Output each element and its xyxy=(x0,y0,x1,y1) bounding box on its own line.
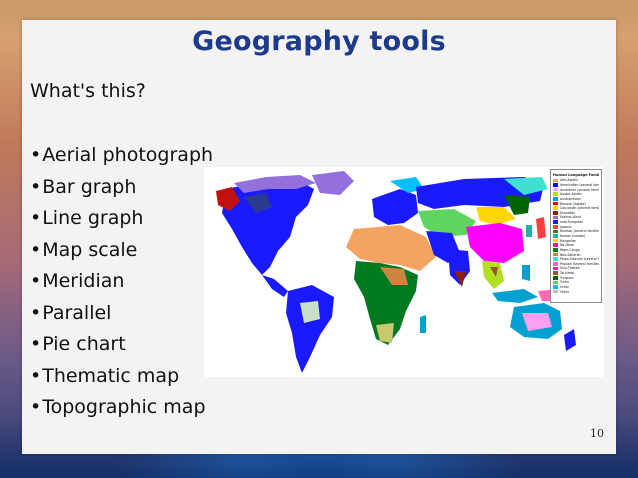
legend-swatch xyxy=(553,238,558,243)
legend-label: Turkic xyxy=(560,280,570,285)
legend-label: Other xyxy=(560,289,570,294)
legend-swatch xyxy=(553,262,558,266)
bullet-icon: • xyxy=(30,238,42,261)
legend-label: Papuan (several families) xyxy=(560,261,599,266)
bullet-item-topographic-map: •Topographic map xyxy=(30,396,206,418)
legend-swatch xyxy=(553,257,558,261)
legend-swatch xyxy=(553,206,558,210)
legend-label: Japonic xyxy=(560,224,572,229)
bullet-icon: • xyxy=(30,396,42,418)
bullet-icon: • xyxy=(30,333,42,355)
legend-swatch xyxy=(553,187,558,192)
slide-panel: Geography tools What's this? •Aerial pho… xyxy=(22,20,616,454)
legend-swatch xyxy=(553,192,558,197)
legend-label: Nilo-Saharan xyxy=(560,252,581,257)
legend-label: Caucasian (several families) xyxy=(560,206,599,211)
bullet-icon: • xyxy=(30,364,42,387)
legend-label: Basque (isolate) xyxy=(560,201,586,206)
legend-label: Mongolian xyxy=(560,238,577,243)
legend-swatch xyxy=(553,248,558,252)
bullet-icon: • xyxy=(30,270,42,292)
legend-label: Niger-Congo xyxy=(560,247,580,252)
legend-swatch xyxy=(553,183,558,187)
legend-swatch xyxy=(553,289,558,294)
legend-item: Caucasian (several families) xyxy=(553,206,599,211)
legend-label: Tai-Kadai xyxy=(560,271,575,276)
legend-label: Sino-Tibetan xyxy=(560,266,580,271)
world-map-image xyxy=(204,167,604,377)
legend-item: Khoisan (several families) xyxy=(553,229,599,234)
legend-label: Australian (several families) xyxy=(560,187,599,192)
legend-label: Na-Dene xyxy=(560,243,574,248)
bullet-list: •Aerial photograph •Bar graph •Line grap… xyxy=(30,140,213,424)
legend-swatch xyxy=(553,215,558,220)
legend-title: Human Language Families xyxy=(553,173,599,177)
bullet-icon: • xyxy=(30,207,42,229)
legend-items: Afro-AsiaticAmerindian (several families… xyxy=(553,178,599,294)
question-text: What's this? xyxy=(30,80,146,102)
bullet-icon: • xyxy=(30,301,42,324)
legend-swatch xyxy=(553,275,558,280)
bullet-item-aerial-photograph: •Aerial photograph xyxy=(30,144,214,166)
legend-item: Papuan (several families) xyxy=(553,262,599,267)
legend-label: Khoisan (several families) xyxy=(560,229,599,234)
legend-swatch xyxy=(553,285,558,289)
legend-label: Tungusic xyxy=(560,275,574,280)
legend-swatch xyxy=(553,234,558,238)
legend-label: Austro-Asiatic xyxy=(560,192,583,197)
map-legend: Human Language Families Afro-AsiaticAmer… xyxy=(550,169,602,303)
legend-label: Afro-Asiatic xyxy=(560,178,579,183)
bullet-icon: • xyxy=(30,144,42,166)
bullet-item-map-scale: •Map scale xyxy=(30,238,138,261)
legend-swatch xyxy=(553,266,558,271)
page-number: 10 xyxy=(590,427,604,440)
legend-label: Austronesian xyxy=(560,196,581,201)
legend-label: Dravidian xyxy=(560,210,576,215)
bullet-item-parallel: •Parallel xyxy=(30,301,112,324)
legend-swatch xyxy=(553,271,558,275)
legend-swatch xyxy=(553,220,558,224)
legend-item: Amerindian (several families) xyxy=(553,183,599,188)
legend-label: Amerindian (several families) xyxy=(560,182,599,187)
legend-swatch xyxy=(553,280,558,285)
legend-swatch xyxy=(553,197,558,201)
legend-swatch xyxy=(553,224,558,229)
bullet-item-meridian: •Meridian xyxy=(30,270,125,292)
legend-swatch xyxy=(553,201,558,206)
legend-label: Indo-European xyxy=(560,220,584,225)
legend-swatch xyxy=(553,229,558,234)
legend-swatch xyxy=(553,252,558,257)
slide-title: Geography tools xyxy=(192,26,446,57)
bullet-item-thematic-map: •Thematic map xyxy=(30,364,180,387)
bullet-item-bar-graph: •Bar graph xyxy=(30,175,137,198)
legend-label: Korean (isolate) xyxy=(560,234,586,238)
bullet-item-pie-chart: •Pie chart xyxy=(30,333,126,355)
bullet-icon: • xyxy=(30,175,42,198)
legend-swatch xyxy=(553,178,558,183)
legend-item: Other xyxy=(553,289,599,294)
language-families-map: Human Language Families Afro-AsiaticAmer… xyxy=(204,167,604,377)
bullet-item-line-graph: •Line graph xyxy=(30,207,144,229)
legend-label: Eskimo–Aleut xyxy=(560,215,582,220)
legend-label: Paleo-Siberian (several families) xyxy=(560,257,599,262)
legend-item: Paleo-Siberian (several families) xyxy=(553,257,599,262)
legend-swatch xyxy=(553,211,558,215)
legend-swatch xyxy=(553,243,558,248)
legend-label: Uralic xyxy=(560,285,570,290)
legend-item: Australian (several families) xyxy=(553,187,599,192)
